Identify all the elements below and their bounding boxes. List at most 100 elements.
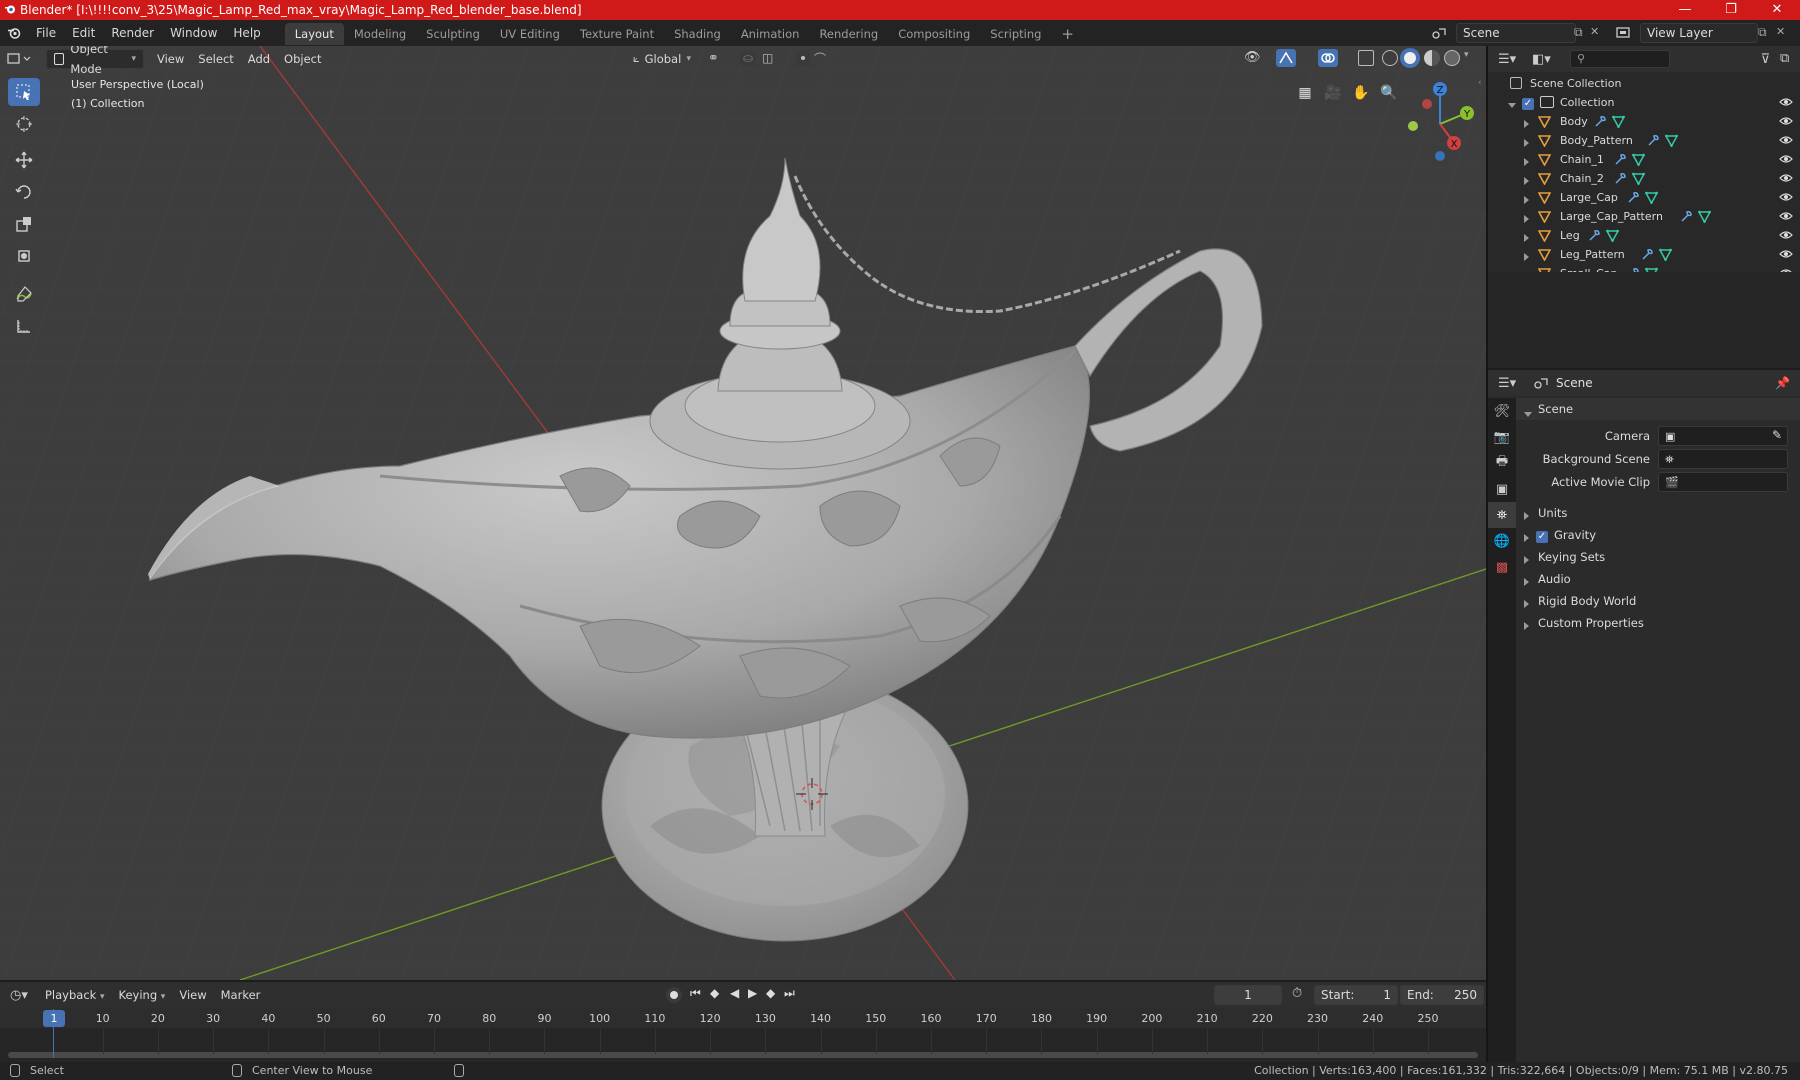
- new-collection-icon[interactable]: ⧉: [1780, 51, 1789, 66]
- tab-modeling[interactable]: Modeling: [344, 23, 416, 45]
- new-view-layer-icon[interactable]: ⧉: [1758, 25, 1767, 40]
- eyedropper-icon[interactable]: ✎: [1772, 428, 1782, 442]
- outliner-object-row[interactable]: Body_Pattern: [1488, 131, 1800, 150]
- prev-keyframe-icon[interactable]: ◆: [710, 986, 719, 1000]
- outliner-object-row[interactable]: Chain_2: [1488, 169, 1800, 188]
- timeline-view-menu[interactable]: View: [172, 985, 213, 1005]
- pivot-point-icon[interactable]: ⚭: [708, 51, 719, 66]
- filter-icon[interactable]: ⊽: [1760, 52, 1770, 67]
- rendered-shading-icon[interactable]: [1444, 50, 1460, 66]
- modifier-wrench-icon[interactable]: [1614, 172, 1627, 185]
- tab-animation[interactable]: Animation: [731, 23, 810, 45]
- collapse-triangle-icon[interactable]: [1508, 98, 1516, 111]
- tab-sculpting[interactable]: Sculpting: [416, 23, 490, 45]
- jump-end-icon[interactable]: ⏭: [784, 986, 795, 1001]
- modifier-wrench-icon[interactable]: [1641, 248, 1654, 261]
- pin-icon[interactable]: 📌: [1775, 376, 1790, 390]
- custom-properties-panel-header[interactable]: Custom Properties: [1516, 612, 1800, 634]
- next-keyframe-icon[interactable]: ◆: [766, 986, 775, 1000]
- view-layer-tab[interactable]: ▣: [1488, 476, 1516, 502]
- select-box-tool[interactable]: [8, 78, 40, 106]
- start-frame-field[interactable]: Start: 1: [1314, 985, 1398, 1005]
- grid-view-icon[interactable]: ▦: [1292, 80, 1318, 106]
- overlays-toggle-icon[interactable]: [1318, 49, 1338, 67]
- background-scene-field[interactable]: ⛯: [1658, 449, 1788, 469]
- tab-scripting[interactable]: Scripting: [980, 23, 1051, 45]
- view-layer-selector[interactable]: View Layer: [1640, 23, 1758, 43]
- move-tool[interactable]: [8, 146, 40, 174]
- mesh-data-icon[interactable]: [1698, 210, 1712, 223]
- 3d-viewport[interactable]: Object Mode ▾ View Select Add Object ⟀ G…: [0, 46, 1486, 980]
- xray-toggle-icon[interactable]: [1358, 50, 1374, 66]
- falloff-icon[interactable]: ⌒: [814, 50, 826, 67]
- outliner-scene-collection[interactable]: Scene Collection: [1488, 74, 1800, 93]
- modifier-wrench-icon[interactable]: [1680, 210, 1693, 223]
- cursor-tool[interactable]: [8, 110, 40, 138]
- modifier-wrench-icon[interactable]: [1588, 229, 1601, 242]
- outliner-object-row[interactable]: Leg: [1488, 226, 1800, 245]
- scene-icon[interactable]: [1430, 24, 1448, 42]
- navigation-gizmo[interactable]: Z Y X: [1400, 76, 1480, 166]
- solid-shading-icon[interactable]: [1400, 48, 1420, 68]
- tab-shading[interactable]: Shading: [664, 23, 731, 45]
- expand-triangle-icon[interactable]: [1524, 118, 1529, 131]
- gizmo-toggle-icon[interactable]: [1276, 49, 1296, 67]
- pan-hand-icon[interactable]: ✋: [1348, 80, 1374, 106]
- tab-texture-paint[interactable]: Texture Paint: [570, 23, 664, 45]
- measure-tool[interactable]: [8, 312, 40, 340]
- scene-panel-header[interactable]: Scene: [1516, 398, 1800, 420]
- viewport-scene[interactable]: [0, 46, 1486, 980]
- mesh-data-icon[interactable]: [1605, 229, 1619, 242]
- menu-render[interactable]: Render: [103, 20, 162, 46]
- expand-triangle-icon[interactable]: [1524, 194, 1529, 207]
- outliner-object-row[interactable]: Body: [1488, 112, 1800, 131]
- timeline-marker-menu[interactable]: Marker: [214, 985, 268, 1005]
- expand-triangle-icon[interactable]: [1524, 213, 1529, 226]
- expand-triangle-icon[interactable]: [1524, 175, 1529, 188]
- timeline-keying-menu[interactable]: Keying ▾: [112, 985, 173, 1005]
- mesh-data-icon[interactable]: [1658, 248, 1672, 261]
- modifier-wrench-icon[interactable]: [1614, 153, 1627, 166]
- proportional-edit-icon[interactable]: [796, 50, 810, 66]
- record-button[interactable]: [666, 987, 682, 1003]
- snap-icon[interactable]: ⛀: [740, 50, 756, 66]
- properties-editor-type-icon[interactable]: ☰▾: [1498, 376, 1526, 391]
- eye-icon[interactable]: [1779, 96, 1793, 108]
- eye-icon[interactable]: [1779, 248, 1793, 260]
- expand-triangle-icon[interactable]: [1524, 232, 1529, 245]
- camera-field[interactable]: ▣: [1658, 426, 1788, 446]
- outliner-object-row[interactable]: Leg_Pattern: [1488, 245, 1800, 264]
- play-reverse-icon[interactable]: ◀: [730, 986, 739, 1000]
- tab-compositing[interactable]: Compositing: [888, 23, 980, 45]
- viewport-menu-object[interactable]: Object: [277, 49, 328, 69]
- viewport-menu-select[interactable]: Select: [191, 49, 240, 69]
- wireframe-shading-icon[interactable]: [1382, 50, 1398, 66]
- tab-uv-editing[interactable]: UV Editing: [490, 23, 570, 45]
- jump-start-icon[interactable]: ⏮: [690, 986, 701, 1001]
- timeline-playback-menu[interactable]: Playback ▾: [38, 985, 112, 1005]
- menu-help[interactable]: Help: [225, 20, 268, 46]
- eye-icon[interactable]: [1779, 115, 1793, 127]
- annotate-tool[interactable]: [8, 280, 40, 308]
- outliner-object-row[interactable]: Large_Cap_Pattern: [1488, 207, 1800, 226]
- tab-layout[interactable]: Layout: [284, 23, 344, 45]
- rigid-body-world-panel-header[interactable]: Rigid Body World: [1516, 590, 1800, 612]
- timeline-scrollbar[interactable]: [8, 1052, 1478, 1058]
- eye-icon[interactable]: [1779, 172, 1793, 184]
- new-scene-icon[interactable]: ⧉: [1574, 25, 1583, 40]
- modifier-wrench-icon[interactable]: [1627, 191, 1640, 204]
- outliner-object-row[interactable]: Large_Cap: [1488, 188, 1800, 207]
- eye-icon[interactable]: [1779, 134, 1793, 146]
- camera-view-icon[interactable]: 🎥: [1320, 80, 1346, 106]
- sidebar-toggle-icon[interactable]: ‹: [1478, 78, 1482, 88]
- delete-view-layer-icon[interactable]: ✕: [1776, 25, 1785, 38]
- scene-selector[interactable]: Scene: [1456, 23, 1576, 43]
- viewport-menu-add[interactable]: Add: [241, 49, 277, 69]
- expand-triangle-icon[interactable]: [1524, 251, 1529, 264]
- outliner-collection-row[interactable]: ✓ Collection: [1488, 93, 1800, 112]
- display-mode-icon[interactable]: ◧▾: [1532, 52, 1560, 67]
- outliner-search-input[interactable]: ⚲: [1570, 50, 1670, 68]
- keying-sets-panel-header[interactable]: Keying Sets: [1516, 546, 1800, 568]
- mesh-data-icon[interactable]: [1632, 153, 1646, 166]
- scale-tool[interactable]: [8, 210, 40, 238]
